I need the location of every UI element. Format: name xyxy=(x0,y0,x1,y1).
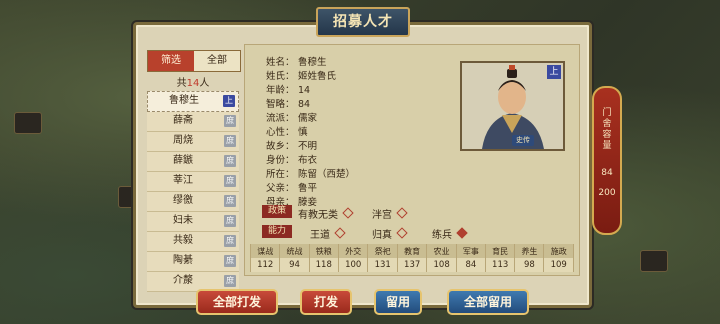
list-item[interactable]: 莘江庶 xyxy=(147,172,239,192)
keep-button[interactable]: 留用 xyxy=(374,289,422,315)
candidate-list: 鲁穆生上 薛斋庶 周烧庶 薛鏃庶 莘江庶 缪徼庶 妇未庶 共毅庶 陶綦庶 介漦庶 xyxy=(147,91,239,292)
rank-badge: 庶 xyxy=(224,215,236,227)
list-item[interactable]: 共毅庶 xyxy=(147,232,239,252)
capacity-label: 门舍容量 xyxy=(602,108,612,151)
candidate-count: 共14人 xyxy=(176,78,210,89)
rank-badge: 庶 xyxy=(224,175,236,187)
rank-badge: 庶 xyxy=(224,135,236,147)
detail-age: 年龄： 14 xyxy=(266,85,311,96)
rank-badge: 上 xyxy=(223,95,235,107)
list-item[interactable]: 薛斋庶 xyxy=(147,112,239,132)
rank-badge: 庶 xyxy=(224,255,236,267)
all-button[interactable]: 全部 xyxy=(194,51,240,71)
diamond-icon xyxy=(342,207,354,219)
detail-school: 流派： 儒家 xyxy=(266,113,318,124)
diamond-icon xyxy=(456,227,468,239)
ability-item[interactable]: 练兵 xyxy=(432,226,468,241)
diamond-icon xyxy=(396,227,408,239)
biography-tag[interactable]: 史传 xyxy=(512,135,534,146)
candidate-portrait: 上 史传 xyxy=(460,61,565,151)
detail-hometown: 故乡： 不明 xyxy=(266,141,318,152)
keep-all-button[interactable]: 全部留用 xyxy=(447,289,529,315)
list-item[interactable]: 陶綦庶 xyxy=(147,252,239,272)
policy-item[interactable]: 泮宫 xyxy=(372,206,408,221)
detail-location: 所在： 陈留（西楚） xyxy=(266,169,356,180)
dismiss-all-button[interactable]: 全部打发 xyxy=(196,289,278,315)
list-item[interactable]: 鲁穆生上 xyxy=(147,91,239,112)
list-item[interactable]: 薛鏃庶 xyxy=(147,152,239,172)
ability-item[interactable]: 王道 xyxy=(310,226,346,241)
list-item[interactable]: 缪徼庶 xyxy=(147,192,239,212)
ability-label: 能力 xyxy=(262,225,292,238)
detail-clan: 姓氏： 姬姓鲁氏 xyxy=(266,71,337,82)
stats-value-row: 112 94 118 100 131 137 108 84 113 98 109 xyxy=(249,258,574,272)
filter-toggle: 筛选 全部 xyxy=(147,50,241,72)
diamond-icon xyxy=(334,227,346,239)
ability-item[interactable]: 归真 xyxy=(372,226,408,241)
capacity-max: 200 xyxy=(598,188,616,198)
filter-button[interactable]: 筛选 xyxy=(148,51,194,71)
rank-badge: 上 xyxy=(547,65,561,79)
dismiss-button[interactable]: 打发 xyxy=(300,289,352,315)
rank-badge: 庶 xyxy=(224,195,236,207)
map-city[interactable] xyxy=(14,112,42,134)
list-item[interactable]: 周烧庶 xyxy=(147,132,239,152)
rank-badge: 庶 xyxy=(224,155,236,167)
rank-badge: 庶 xyxy=(224,235,236,247)
candidate-list-panel: 筛选 全部 共14人 鲁穆生上 薛斋庶 周烧庶 薛鏃庶 莘江庶 缪徼庶 妇未庶 … xyxy=(147,48,241,292)
rank-badge: 庶 xyxy=(224,115,236,127)
detail-intellect: 智略： 84 xyxy=(266,99,311,110)
map-city[interactable] xyxy=(640,250,668,272)
stats-header-row: 谋战 统战 铁粮 外交 祭祀 教育 农业 军事 育民 养生 施政 xyxy=(249,244,574,258)
detail-temperament: 心性：慎 xyxy=(266,127,308,138)
policy-item[interactable]: 有教无类 xyxy=(298,206,354,221)
capacity-current: 84 xyxy=(601,168,613,178)
dialog-title: 招募人才 xyxy=(316,7,410,37)
stats-table: 谋战 统战 铁粮 外交 祭祀 教育 农业 军事 育民 养生 施政 112 94 118 100 131 137… xyxy=(249,244,574,272)
policy-label: 政策 xyxy=(262,205,292,218)
detail-name: 姓名： 鲁穆生 xyxy=(266,57,327,68)
rank-badge: 庶 xyxy=(224,275,236,287)
detail-father: 父亲： 鲁平 xyxy=(266,183,318,194)
detail-status: 身份： 布衣 xyxy=(266,155,318,166)
diamond-icon xyxy=(396,207,408,219)
list-item[interactable]: 妇未庶 xyxy=(147,212,239,232)
capacity-gauge: 门舍容量 84 200 xyxy=(592,86,622,235)
